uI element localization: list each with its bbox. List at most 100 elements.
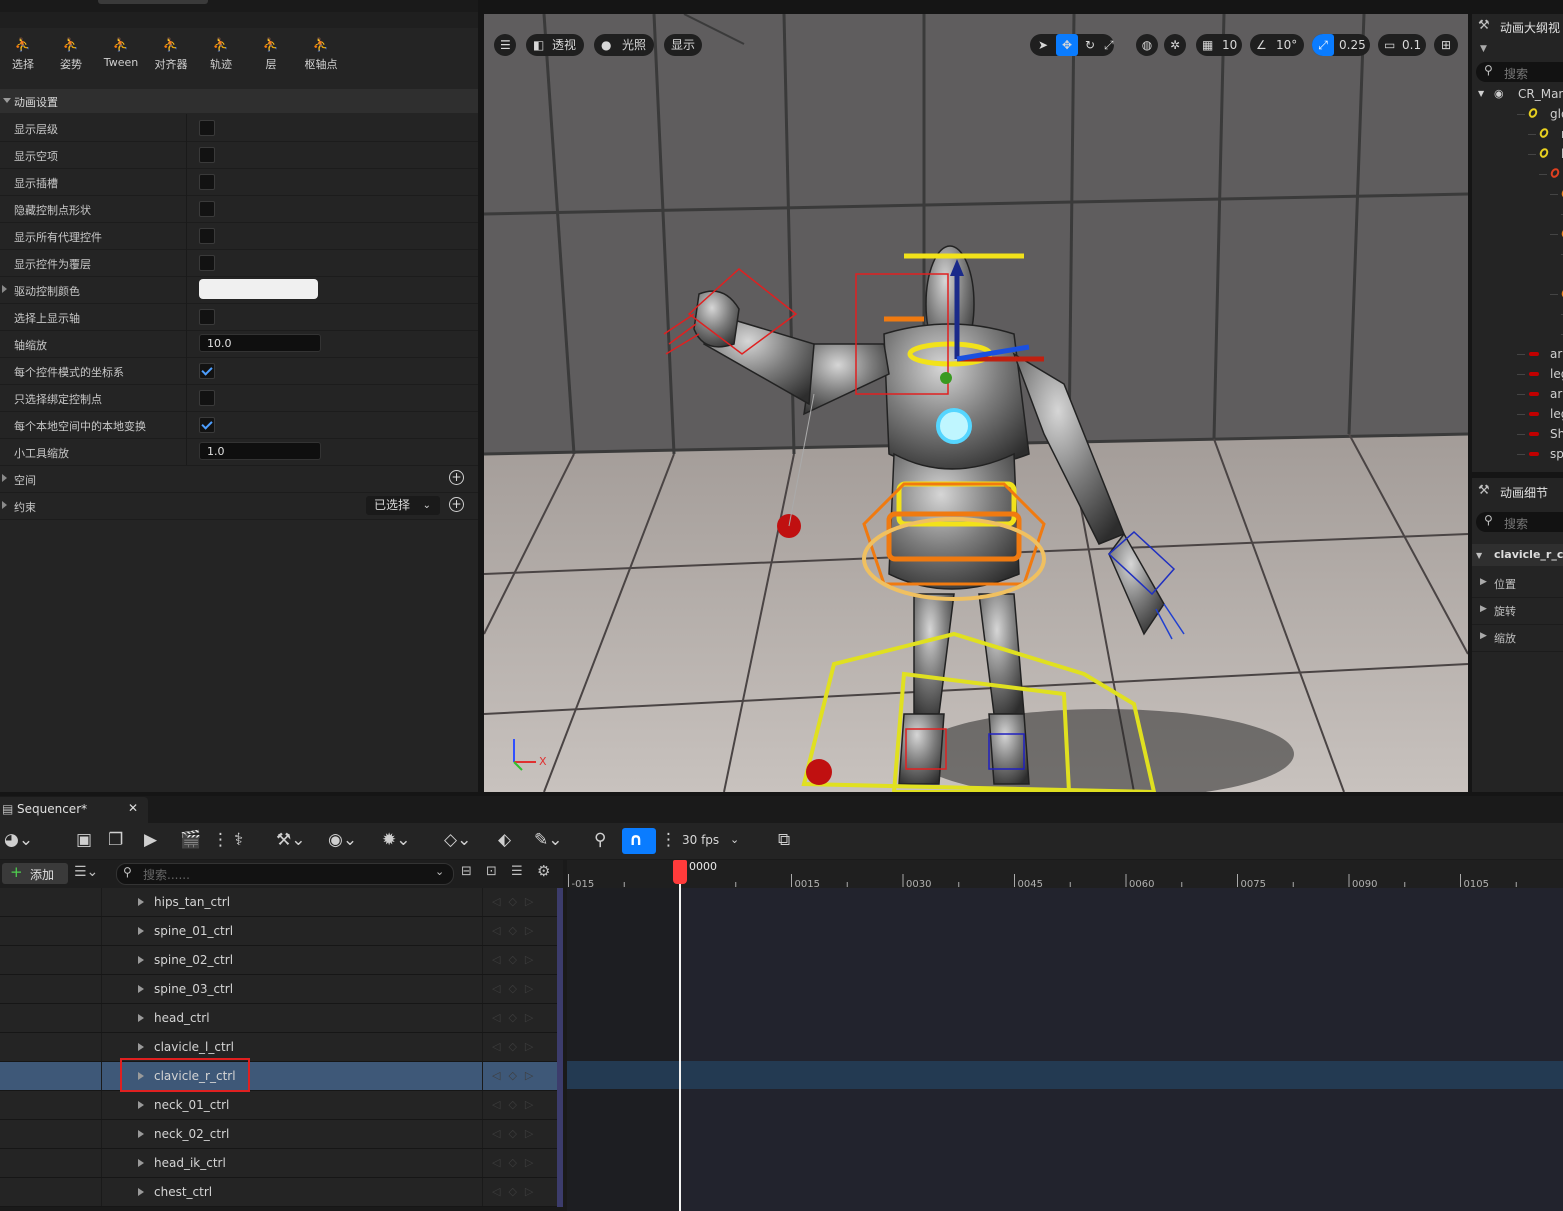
key-nav-icons[interactable]: ◁◇▷ [492, 924, 541, 937]
snap-toggle[interactable]: ∩ [622, 828, 656, 854]
track-row[interactable]: spine_01_ctrl ◁◇▷ [0, 917, 563, 946]
setting-checkbox[interactable] [199, 201, 215, 217]
expand-arrow-icon[interactable] [138, 1043, 144, 1051]
select-mode-icon[interactable]: ➤ [1038, 34, 1048, 56]
outliner-item[interactable]: h [1472, 184, 1563, 204]
track-row[interactable]: head_ctrl ◁◇▷ [0, 1004, 563, 1033]
list-icon[interactable]: ☰ [511, 864, 523, 879]
rotation-snap-button[interactable]: ∠ 10° [1250, 34, 1304, 56]
more-options-icon[interactable]: ⋮ [212, 830, 229, 850]
edit-icon[interactable]: ✎⌄ [534, 830, 563, 850]
collapse-all-icon[interactable]: ⊟ [461, 864, 472, 879]
outliner-item[interactable]: arm_ [1472, 344, 1563, 364]
outliner-item[interactable]: bo [1472, 164, 1563, 184]
key-nav-icons[interactable]: ◁◇▷ [492, 1069, 541, 1082]
outliner-search-input[interactable]: ⚲ 搜索 [1476, 62, 1563, 82]
outliner-item[interactable] [1472, 204, 1563, 224]
mode-layers-button[interactable]: ⛹ 层 [248, 38, 294, 72]
camera-speed-button[interactable]: ▭ 0.1 [1378, 34, 1426, 56]
key-interp-icon[interactable]: ◇⌄ [444, 830, 471, 850]
track-row[interactable]: clavicle_r_ctrl ◁◇▷ [0, 1062, 563, 1091]
expand-arrow-icon[interactable] [138, 927, 144, 935]
mode-trails-button[interactable]: ⛹ 轨迹 [198, 38, 244, 72]
add-track-button[interactable]: + 添加 [2, 863, 68, 884]
details-section-location[interactable]: ▶ 位置 [1472, 571, 1563, 598]
anim-settings-header[interactable]: 动画设置 [0, 89, 478, 113]
expand-arrow-icon[interactable] [138, 1014, 144, 1022]
key-nav-icons[interactable]: ◁◇▷ [492, 953, 541, 966]
key-nav-icons[interactable]: ◁◇▷ [492, 895, 541, 908]
expand-arrow-icon[interactable] [138, 1188, 144, 1196]
details-section-rotation[interactable]: ▶ 旋转 [1472, 598, 1563, 625]
constraint-row[interactable]: 约束 已选择 ⌄ + [0, 492, 478, 520]
mode-pose-button[interactable]: ⛹ 姿势 [48, 38, 94, 72]
filter-icon[interactable]: ☰⌄ [74, 864, 98, 880]
expand-arrow-icon[interactable] [138, 956, 144, 964]
expand-arrow-icon[interactable] [2, 285, 7, 293]
track-search-input[interactable]: ⚲ 搜索...... ⌄ [116, 863, 454, 885]
outliner-item[interactable]: arm_ [1472, 384, 1563, 404]
mode-pivot-button[interactable]: ⛹ 枢轴点 [298, 38, 344, 72]
track-row[interactable]: spine_02_ctrl ◁◇▷ [0, 946, 563, 975]
add-space-icon[interactable]: + [449, 470, 464, 485]
outliner-item[interactable]: leg_ [1472, 364, 1563, 384]
mode-tween-button[interactable]: ⛹ Tween [98, 38, 144, 72]
outliner-item[interactable] [1472, 244, 1563, 264]
world-local-button[interactable]: ◍ [1136, 34, 1158, 56]
expand-arrow-icon[interactable] [138, 1101, 144, 1109]
render-movie-icon[interactable]: ▶ [144, 830, 157, 850]
outliner-item[interactable]: s [1472, 224, 1563, 244]
setting-checkbox[interactable] [199, 255, 215, 271]
show-button[interactable]: 显示 [664, 34, 702, 56]
viewport[interactable]: X ☰ ◧ 透视 ● 光照 显示 ➤ ✥ ↻ ⤢ ◍ ✲ ▦ 10 ∠ 10° … [484, 14, 1468, 792]
key-nav-icons[interactable]: ◁◇▷ [492, 1011, 541, 1024]
track-row[interactable]: chest_ctrl ◁◇▷ [0, 1178, 563, 1207]
dropdown-arrow-icon[interactable]: ▼ [1480, 44, 1487, 54]
expand-all-icon[interactable]: ⊡ [486, 864, 497, 879]
setting-checkbox[interactable] [199, 417, 215, 433]
snap-options-icon[interactable]: ⋮ [660, 830, 677, 850]
outliner-item[interactable] [1472, 264, 1563, 284]
track-row[interactable]: spine_03_ctrl ◁◇▷ [0, 975, 563, 1004]
surface-snap-button[interactable]: ✲ [1164, 34, 1186, 56]
view-options-icon[interactable]: ◉⌄ [328, 830, 357, 850]
track-row[interactable]: clavicle_l_ctrl ◁◇▷ [0, 1033, 563, 1062]
key-nav-icons[interactable]: ◁◇▷ [492, 1098, 541, 1111]
key-nav-icons[interactable]: ◁◇▷ [492, 1127, 541, 1140]
outliner-item[interactable]: body [1472, 144, 1563, 164]
setting-checkbox[interactable] [199, 174, 215, 190]
sequencer-tab[interactable]: ▤ Sequencer* ✕ [0, 797, 148, 823]
mode-select-button[interactable]: ⛹ 选择 [0, 38, 46, 72]
scale-snap-button[interactable]: ⤢ 0.25 [1312, 34, 1370, 56]
close-icon[interactable]: ✕ [128, 801, 138, 815]
fps-dropdown[interactable]: 30 fps ⌄ [682, 830, 746, 850]
setting-number-input[interactable]: 1.0 [199, 442, 321, 460]
scale-icon[interactable]: ⤢ [1104, 34, 1114, 56]
perspective-button[interactable]: ◧ 透视 [526, 34, 584, 56]
expand-arrow-icon[interactable] [138, 1130, 144, 1138]
expand-arrow-icon[interactable] [138, 985, 144, 993]
translate-icon[interactable]: ✥ [1056, 34, 1078, 56]
outliner-item[interactable]: c [1472, 284, 1563, 304]
outliner-item[interactable]: ▼ ◉ CR_Man [1472, 84, 1563, 104]
setting-checkbox[interactable] [199, 309, 215, 325]
save-icon[interactable]: ▣ [76, 830, 92, 850]
setting-checkbox[interactable] [199, 120, 215, 136]
auto-key-icon[interactable]: ⬖ [498, 830, 511, 850]
grid-snap-button[interactable]: ▦ 10 [1196, 34, 1242, 56]
outliner-item[interactable] [1472, 304, 1563, 324]
mode-aligner-button[interactable]: ⛹ 对齐器 [148, 38, 194, 72]
track-row[interactable]: hips_tan_ctrl ◁◇▷ [0, 888, 563, 917]
playback-options-icon[interactable]: ✹⌄ [382, 830, 411, 850]
track-row[interactable]: head_ik_ctrl ◁◇▷ [0, 1149, 563, 1178]
key-nav-icons[interactable]: ◁◇▷ [492, 1156, 541, 1169]
details-section-scale[interactable]: ▶ 缩放 [1472, 625, 1563, 652]
outliner-item[interactable] [1472, 324, 1563, 344]
key-nav-icons[interactable]: ◁◇▷ [492, 1040, 541, 1053]
space-row[interactable]: 空间 + [0, 465, 478, 493]
curve-editor-icon[interactable]: ⧉ [778, 830, 790, 850]
layout-button[interactable]: ⊞ [1434, 34, 1458, 56]
setting-checkbox[interactable] [199, 228, 215, 244]
track-row[interactable]: neck_02_ctrl ◁◇▷ [0, 1120, 563, 1149]
track-row[interactable]: neck_01_ctrl ◁◇▷ [0, 1091, 563, 1120]
